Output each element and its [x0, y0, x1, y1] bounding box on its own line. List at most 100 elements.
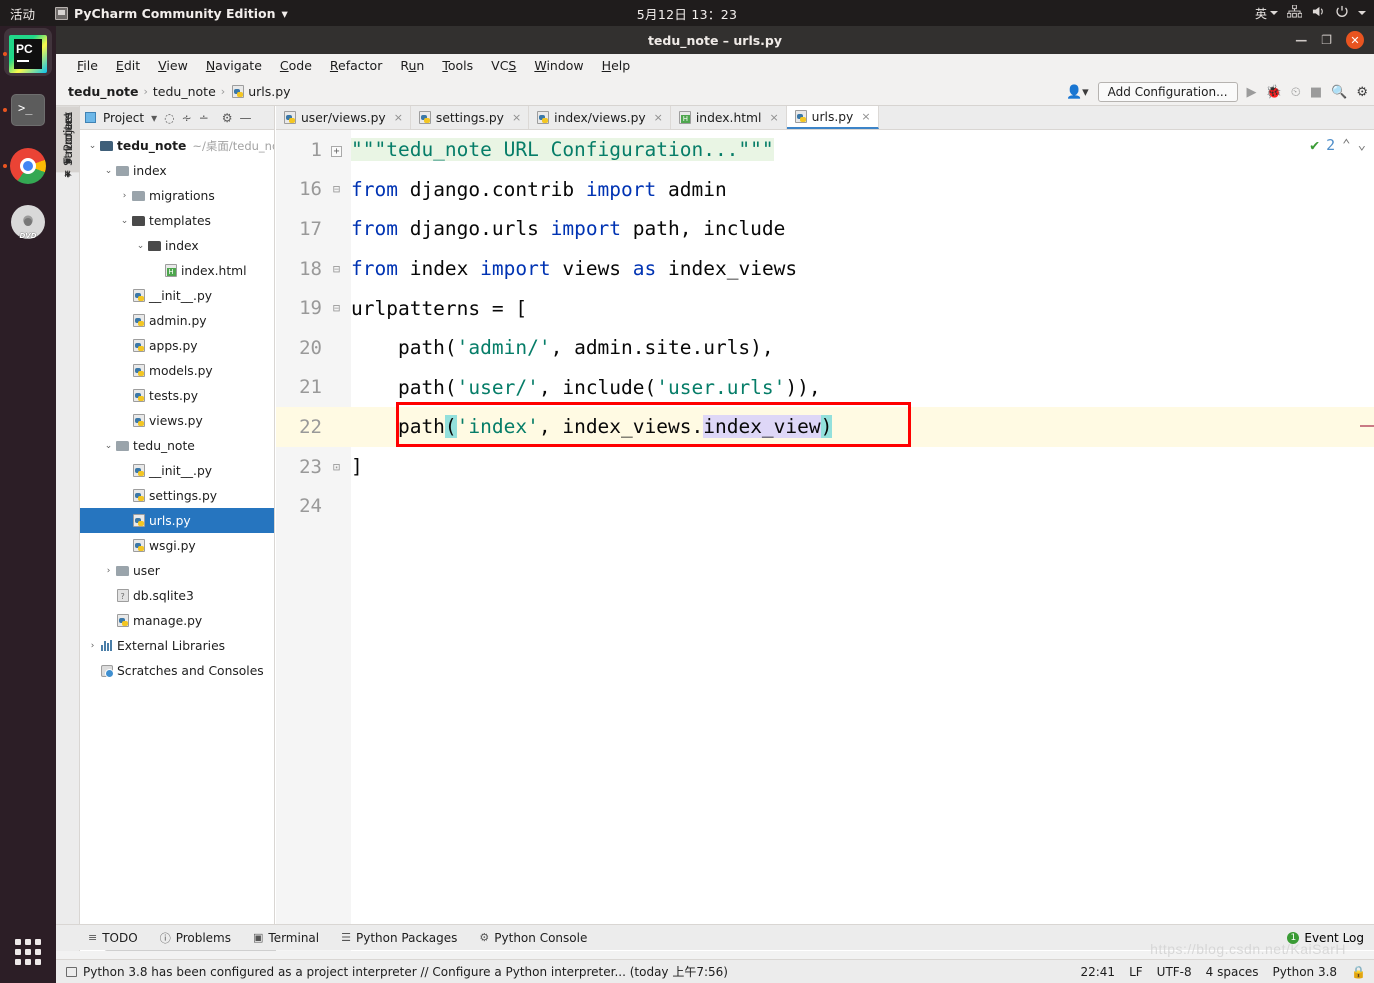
minimize-button[interactable]: — [1295, 34, 1307, 46]
chevron-down-icon[interactable]: ⌄ [102, 441, 115, 451]
tree-item--init-py[interactable]: __init__.py [80, 283, 274, 308]
close-icon[interactable]: × [769, 111, 778, 124]
close-icon[interactable]: × [394, 111, 403, 124]
breadcrumb-folder[interactable]: tedu_note [153, 84, 216, 99]
editor-tab-settings-py[interactable]: settings.py × [411, 106, 530, 129]
tree-item-urls-py[interactable]: urls.py [80, 508, 274, 533]
editor-tab-user-views-py[interactable]: user/views.py × [276, 106, 411, 129]
python-interpreter[interactable]: Python 3.8 [1273, 965, 1338, 979]
tree-item-tests-py[interactable]: tests.py [80, 383, 274, 408]
tree-item-user[interactable]: › user [80, 558, 274, 583]
search-icon[interactable]: 🔍 [1331, 86, 1347, 99]
run-coverage-icon[interactable]: ⏲ [1291, 86, 1301, 99]
network-icon[interactable] [1286, 4, 1303, 21]
previous-highlight-icon[interactable]: ⌃ [1342, 137, 1350, 153]
tree-item-tedu-note[interactable]: ⌄ tedu_note [80, 433, 274, 458]
tree-item-external-libraries[interactable]: › External Libraries [80, 633, 274, 658]
next-highlight-icon[interactable]: ⌄ [1358, 137, 1366, 153]
chevron-right-icon[interactable]: › [118, 191, 131, 201]
tree-item-index[interactable]: ⌄ index [80, 158, 274, 183]
project-panel-title[interactable]: Project [103, 111, 144, 125]
menu-vcs[interactable]: VCS [482, 56, 525, 75]
tool-button-terminal[interactable]: ▣ Terminal [253, 931, 319, 945]
chevron-down-icon[interactable]: ▾ [151, 111, 157, 125]
tree-item--init-py[interactable]: __init__.py [80, 458, 274, 483]
tree-item-apps-py[interactable]: apps.py [80, 333, 274, 358]
input-method-indicator[interactable]: 英 [1255, 5, 1278, 22]
editor-tab-index-html[interactable]: index.html × [671, 106, 787, 129]
fold-plus-icon[interactable]: + [331, 145, 342, 157]
chevron-down-icon[interactable] [1358, 11, 1366, 15]
tree-item-views-py[interactable]: views.py [80, 408, 274, 433]
stop-icon[interactable]: ■ [1310, 86, 1322, 99]
close-icon[interactable]: × [512, 111, 521, 124]
clock[interactable]: 5月12日 13：23 [0, 4, 1374, 23]
menu-run[interactable]: Run [391, 56, 433, 75]
maximize-button[interactable]: ❐ [1321, 34, 1332, 46]
chevron-down-icon[interactable]: ⌄ [118, 216, 131, 226]
chevron-down-icon[interactable]: ⌄ [86, 141, 99, 151]
power-icon[interactable] [1335, 5, 1349, 21]
fold-marker[interactable]: ⊡ [322, 460, 351, 474]
debug-icon[interactable]: 🐞 [1266, 86, 1282, 99]
run-icon[interactable]: ▶ [1247, 86, 1257, 99]
tree-item-index[interactable]: ⌄ index [80, 233, 274, 258]
menu-help[interactable]: Help [593, 56, 640, 75]
tree-item-manage-py[interactable]: manage.py [80, 608, 274, 633]
menu-code[interactable]: Code [271, 56, 321, 75]
menu-window[interactable]: Window [525, 56, 592, 75]
locate-icon[interactable]: ◌ [164, 111, 174, 125]
tree-item-scratches-and-consoles[interactable]: Scratches and Consoles [80, 658, 274, 683]
status-message-group[interactable]: Python 3.8 has been configured as a proj… [66, 963, 728, 980]
editor-tab-index-views-py[interactable]: index/views.py × [529, 106, 671, 129]
collapse-all-icon[interactable]: ∸ [199, 111, 209, 125]
tool-button-problems[interactable]: ⓘ Problems [160, 930, 231, 946]
fold-marker[interactable]: ⊟ [322, 262, 351, 276]
tree-item-migrations[interactable]: › migrations [80, 183, 274, 208]
indent-setting[interactable]: 4 spaces [1206, 965, 1259, 979]
menu-view[interactable]: View [149, 56, 197, 75]
tool-button-python-console[interactable]: ⚙ Python Console [479, 931, 587, 945]
menu-edit[interactable]: Edit [107, 56, 149, 75]
fold-marker[interactable]: ⊟ [322, 301, 351, 315]
settings-gear-icon[interactable]: ⚙ [1356, 86, 1368, 99]
lock-icon[interactable]: 🔒 [1351, 965, 1366, 979]
menu-refactor[interactable]: Refactor [321, 56, 391, 75]
show-applications-button[interactable] [0, 927, 56, 977]
tool-button-todo[interactable]: ≡ TODO [88, 931, 138, 945]
tree-item-settings-py[interactable]: settings.py [80, 483, 274, 508]
inspection-widget[interactable]: ✔ 2 ⌃ ⌄ [1310, 136, 1366, 154]
tree-item-wsgi-py[interactable]: wsgi.py [80, 533, 274, 558]
chevron-down-icon[interactable]: ⌄ [102, 166, 115, 176]
tree-item-tedu-note[interactable]: ⌄ tedu_note ~/桌面/tedu_not [80, 133, 274, 158]
settings-gear-icon[interactable]: ⚙ [222, 111, 233, 125]
hide-icon[interactable]: — [239, 111, 251, 125]
chevron-right-icon[interactable]: › [102, 566, 115, 576]
menu-tools[interactable]: Tools [433, 56, 482, 75]
expand-all-icon[interactable]: ∻ [182, 111, 192, 125]
tool-button-python-packages[interactable]: ☰ Python Packages [341, 931, 457, 945]
tree-item-db-sqlite3[interactable]: db.sqlite3 [80, 583, 274, 608]
tree-item-models-py[interactable]: models.py [80, 358, 274, 383]
fold-marker[interactable]: + [322, 143, 351, 157]
tree-item-templates[interactable]: ⌄ templates [80, 208, 274, 233]
tree-item-index-html[interactable]: index.html [80, 258, 274, 283]
breadcrumb-file[interactable]: urls.py [248, 84, 290, 99]
user-avatar-icon[interactable]: 👤▾ [1066, 86, 1089, 99]
dock-item-terminal[interactable]: >_ [0, 82, 56, 138]
editor-tab-urls-py[interactable]: urls.py × [786, 106, 879, 129]
code-editor[interactable]: 1 + """tedu_note URL Configuration..."""… [276, 130, 1374, 951]
menu-file[interactable]: File [68, 56, 107, 75]
dock-item-dvd[interactable]: DVD [0, 194, 56, 250]
dock-item-chrome[interactable] [0, 138, 56, 194]
breadcrumb-project[interactable]: tedu_note [68, 84, 139, 99]
tree-item-admin-py[interactable]: admin.py [80, 308, 274, 333]
add-configuration-button[interactable]: Add Configuration... [1097, 82, 1238, 102]
chevron-down-icon[interactable]: ⌄ [134, 241, 147, 251]
dock-item-pycharm[interactable]: PC [0, 26, 56, 82]
line-separator[interactable]: LF [1129, 965, 1143, 979]
tool-tab-favorites[interactable]: ★ Favorites [56, 106, 80, 185]
close-button[interactable]: ✕ [1346, 31, 1364, 49]
caret-position[interactable]: 22:41 [1080, 965, 1115, 979]
close-icon[interactable]: × [654, 111, 663, 124]
